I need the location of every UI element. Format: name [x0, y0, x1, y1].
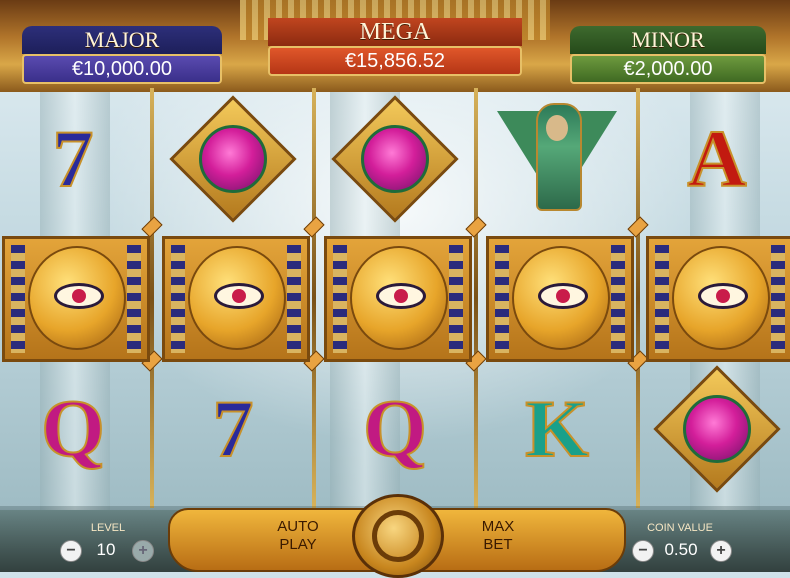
- reel-divider: [474, 88, 478, 508]
- eye-of-horus-symbol: [646, 236, 790, 362]
- reel3-row1-scarab-symbol: [322, 95, 468, 223]
- mega-jackpot: MEGA €15,856.52: [268, 18, 522, 76]
- coin-value-decrease-button[interactable]: −: [632, 540, 654, 562]
- level-increase-button[interactable]: +: [132, 540, 154, 562]
- scarab-icon: [331, 95, 459, 223]
- eye-of-horus-icon: [698, 283, 748, 309]
- reel1-row3-queen-symbol: Q: [0, 370, 146, 488]
- major-jackpot: MAJOR €10,000.00: [22, 26, 222, 84]
- ace-symbol: A: [686, 113, 747, 204]
- level-value: 10: [96, 540, 116, 559]
- queen-symbol: Q: [362, 383, 428, 474]
- reel3-row3-queen-symbol: Q: [322, 370, 468, 488]
- minor-jackpot-amount: €2,000.00: [570, 54, 766, 84]
- eye-of-horus-symbol: [162, 236, 310, 362]
- reel2-row3-seven-symbol: 7: [160, 370, 306, 488]
- max-bet-button[interactable]: MAX BET: [412, 508, 626, 572]
- eye-of-horus-icon: [54, 283, 104, 309]
- eye-of-horus-icon: [538, 283, 588, 309]
- minor-jackpot: MINOR €2,000.00: [570, 26, 766, 84]
- reel5-row3-scarab-symbol: [644, 365, 790, 493]
- auto-play-label-line2: PLAY: [279, 536, 317, 553]
- scarab-icon: [653, 365, 781, 493]
- scarab-icon: [169, 95, 297, 223]
- minor-jackpot-label: MINOR: [570, 26, 766, 54]
- eye-of-horus-symbol: [486, 236, 634, 362]
- reel-divider: [150, 88, 154, 508]
- reel4-row3-king-symbol: K: [484, 370, 630, 488]
- auto-play-button[interactable]: AUTO PLAY: [168, 508, 382, 572]
- seven-symbol: 7: [212, 383, 255, 474]
- spin-icon: [372, 510, 424, 562]
- reel-divider: [312, 88, 316, 508]
- eye-of-horus-icon: [214, 283, 264, 309]
- auto-play-label-line1: AUTO: [277, 518, 319, 535]
- major-jackpot-amount: €10,000.00: [22, 54, 222, 84]
- eye-of-horus-symbol: [324, 236, 472, 362]
- reel1-row1-seven-symbol: 7: [0, 100, 146, 218]
- reel-divider: [636, 88, 640, 508]
- eye-of-horus-symbol: [2, 236, 150, 362]
- reel5-row1-ace-symbol: A: [644, 100, 790, 218]
- spin-button[interactable]: [352, 494, 444, 578]
- eye-of-horus-icon: [376, 283, 426, 309]
- major-jackpot-label: MAJOR: [22, 26, 222, 54]
- coin-value-label: COIN VALUE: [647, 522, 713, 534]
- max-bet-label-line2: BET: [483, 536, 513, 553]
- level-label: LEVEL: [90, 522, 126, 534]
- pharaoh-icon: [497, 103, 617, 211]
- mega-jackpot-amount: €15,856.52: [268, 46, 522, 76]
- max-bet-label-line1: MAX: [481, 518, 515, 535]
- jackpot-header: MAJOR €10,000.00 MEGA €15,856.52 MINOR €…: [0, 0, 790, 92]
- reel4-row1-pharaoh-symbol: [484, 100, 630, 218]
- king-symbol: K: [524, 383, 590, 474]
- level-decrease-button[interactable]: −: [60, 540, 82, 562]
- mega-jackpot-label: MEGA: [268, 18, 522, 46]
- seven-symbol: 7: [52, 113, 95, 204]
- reel2-row1-scarab-symbol: [160, 95, 306, 223]
- coin-value: 0.50: [664, 540, 698, 559]
- coin-value-increase-button[interactable]: +: [710, 540, 732, 562]
- queen-symbol: Q: [40, 383, 106, 474]
